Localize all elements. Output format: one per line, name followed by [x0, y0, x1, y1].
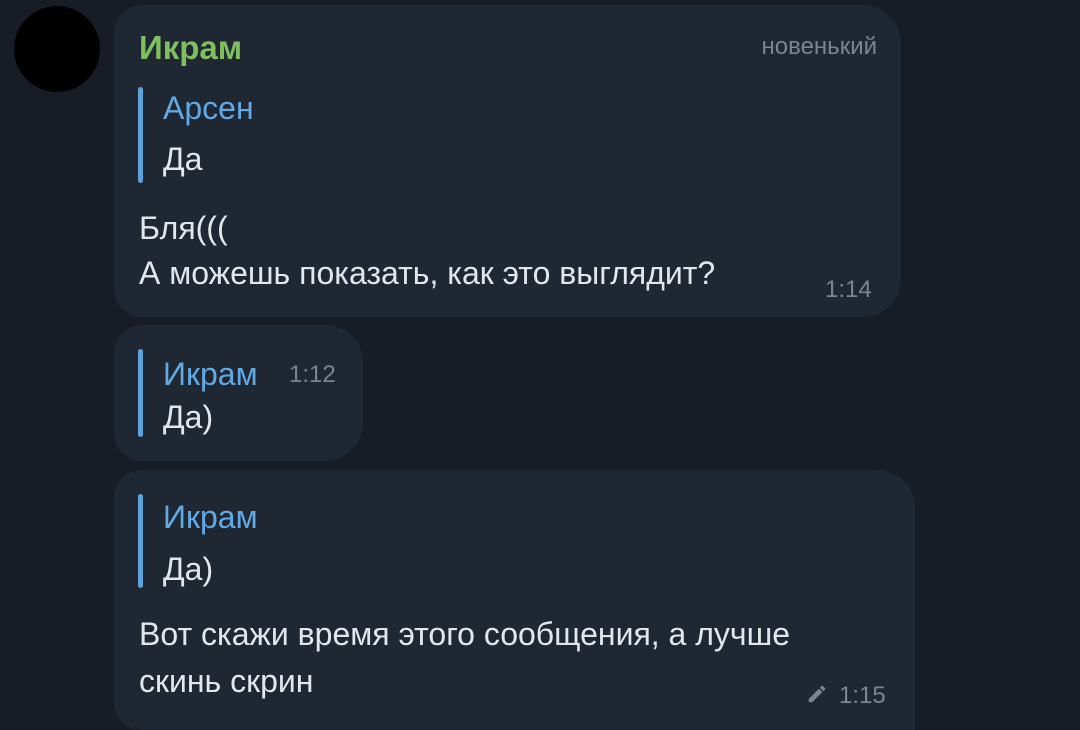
- message-bubble-3[interactable]: Икрам Да) Вот скажи время этого сообщени…: [114, 470, 915, 730]
- reply-text: Да): [163, 399, 214, 435]
- reply-text: Да: [163, 141, 203, 177]
- member-role-tag: новенький: [761, 33, 878, 60]
- reply-author: Икрам: [163, 356, 258, 392]
- reply-accent-bar: [138, 494, 143, 588]
- message-text-line: Вот скажи время этого сообщения, а лучше: [139, 616, 791, 652]
- message-time: 1:12: [289, 361, 336, 388]
- sender-avatar[interactable]: [14, 6, 100, 92]
- message-bubble-2[interactable]: Икрам 1:12 Да): [114, 325, 363, 461]
- message-text-line: скинь скрин: [139, 663, 314, 699]
- reply-author: Икрам: [163, 499, 258, 535]
- reply-accent-bar: [138, 87, 143, 183]
- message-time: 1:15: [839, 682, 886, 709]
- reply-accent-bar: [138, 349, 143, 437]
- pencil-icon: [808, 685, 826, 703]
- message-bubble-1[interactable]: Икрам новенький Арсен Да Бля((( А можешь…: [114, 5, 901, 317]
- message-time: 1:14: [825, 276, 872, 303]
- reply-text: Да): [163, 551, 214, 587]
- message-text-line: А можешь показать, как это выглядит?: [139, 255, 716, 291]
- reply-author: Арсен: [163, 90, 254, 126]
- message-text-line: Бля(((: [139, 210, 228, 246]
- sender-name[interactable]: Икрам: [139, 29, 242, 67]
